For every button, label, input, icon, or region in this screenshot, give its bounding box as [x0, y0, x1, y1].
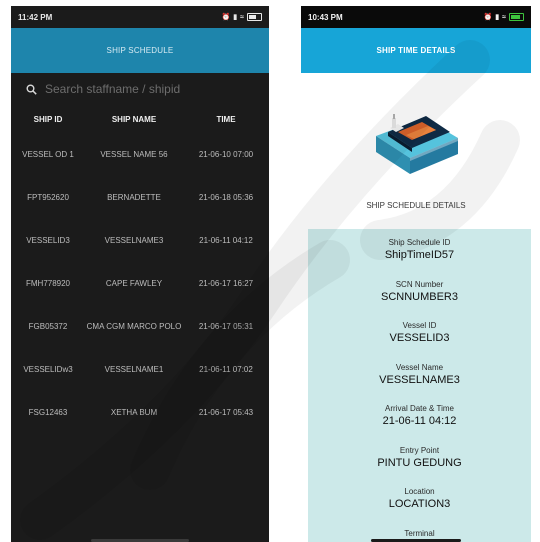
status-icons: ⏰ ▮ ≈	[484, 13, 524, 21]
alarm-icon: ⏰	[221, 14, 231, 21]
field-value: ShipTimeID57	[384, 249, 455, 261]
ship-id-cell: FGB05372	[28, 321, 68, 331]
status-time: 10:43 PM	[308, 12, 343, 22]
status-bar: 11:42 PM ⏰ ▮ ≈	[11, 6, 269, 28]
schedule-table: VESSEL OD 1 VESSEL NAME 56 21-06-10 07:0…	[11, 133, 269, 434]
detail-vessel-id: Vessel ID VESSELID3	[308, 318, 531, 360]
app-bar: SHIP TIME DETAILS	[301, 28, 531, 73]
signal-icon: ▮	[233, 14, 238, 21]
field-value: SCNNUMBER3	[380, 290, 458, 303]
table-row[interactable]: VESSELIDw3 VESSELNAME1 21-06-11 07:02	[11, 348, 269, 391]
ship-name-cell: BERNADETTE	[107, 192, 161, 202]
field-label: Location	[404, 487, 435, 496]
page-title: SHIP SCHEDULE	[106, 46, 174, 55]
ship-name-cell: VESSELNAME3	[104, 235, 164, 245]
ship-name-cell: CAPE FAWLEY	[105, 278, 163, 288]
ship-id-cell: VESSELIDw3	[23, 364, 73, 374]
wifi-icon: ≈	[240, 13, 244, 21]
search-bar[interactable]	[11, 73, 269, 105]
time-cell: 21-06-17 16:27	[198, 278, 254, 288]
field-value: LOCATION3	[388, 498, 451, 510]
ship-id-cell: FPT952620	[27, 192, 69, 202]
search-icon	[26, 84, 37, 95]
table-row[interactable]: FPT952620 BERNADETTE 21-06-18 05:36	[11, 176, 269, 219]
field-value: 21-06-11 04:12	[382, 415, 457, 427]
table-row[interactable]: FSG12463 XETHA BUM 21-06-17 05:43	[11, 391, 269, 434]
app-bar: SHIP SCHEDULE	[11, 28, 269, 73]
ship-name-cell: CMA CGM MARCO POLO	[86, 321, 182, 331]
time-cell: 21-06-11 04:12	[199, 235, 253, 245]
time-cell: 21-06-10 07:00	[198, 149, 254, 159]
field-value: VESSELID3	[389, 332, 450, 344]
ship-time-details-screen: 10:43 PM ⏰ ▮ ≈ SHIP TIME DETAILS SHIP SC…	[301, 6, 531, 542]
ship-id-cell: VESSELID3	[26, 235, 70, 245]
ship-id-cell: VESSEL OD 1	[22, 149, 74, 159]
section-label: SHIP SCHEDULE DETAILS	[366, 201, 466, 210]
battery-icon	[247, 13, 262, 21]
table-row[interactable]: FMH778920 CAPE FAWLEY 21-06-17 16:27	[11, 262, 269, 305]
field-value: PINTU GEDUNG	[377, 456, 462, 469]
details-panel: Ship Schedule ID ShipTimeID57 SCN Number…	[308, 229, 531, 542]
detail-ship-schedule-id: Ship Schedule ID ShipTimeID57	[308, 235, 531, 277]
ship-name-cell: VESSEL NAME 56	[100, 149, 168, 159]
table-row[interactable]: FGB05372 CMA CGM MARCO POLO 21-06-17 05:…	[11, 305, 269, 348]
table-row[interactable]: VESSEL OD 1 VESSEL NAME 56 21-06-10 07:0…	[11, 133, 269, 176]
time-cell: 21-06-18 05:36	[198, 192, 254, 202]
ship-id-cell: FMH778920	[25, 278, 71, 288]
column-header-ship-name: SHIP NAME	[111, 114, 157, 124]
ship-name-cell: VESSELNAME1	[104, 364, 164, 374]
detail-arrival-datetime: Arrival Date & Time 21-06-11 04:12	[308, 401, 531, 443]
search-input[interactable]	[45, 82, 245, 96]
field-label: SCN Number	[395, 279, 444, 289]
column-header-time: TIME	[216, 114, 236, 124]
ship-schedule-screen: 11:42 PM ⏰ ▮ ≈ SHIP SCHEDULE SHIP ID SHI…	[11, 6, 269, 542]
status-time: 11:42 PM	[18, 12, 53, 22]
ship-id-cell: FSG12463	[28, 407, 68, 417]
detail-vessel-name: Vessel Name VESSELNAME3	[308, 360, 531, 402]
signal-icon: ▮	[495, 14, 500, 21]
ship-name-cell: XETHA BUM	[110, 407, 158, 417]
table-header: SHIP ID SHIP NAME TIME	[11, 105, 269, 133]
field-value: VESSELNAME3	[379, 373, 460, 386]
page-title: SHIP TIME DETAILS	[376, 46, 456, 55]
wifi-icon: ≈	[502, 13, 506, 21]
alarm-icon: ⏰	[483, 14, 493, 21]
battery-icon	[509, 13, 524, 21]
column-header-ship-id: SHIP ID	[33, 114, 63, 124]
detail-location: Location LOCATION3	[308, 484, 531, 526]
field-label: Terminal	[404, 528, 435, 538]
field-label: Vessel Name	[395, 362, 444, 372]
ship-illustration	[301, 79, 531, 197]
field-label: Arrival Date & Time	[385, 404, 454, 413]
status-bar: 10:43 PM ⏰ ▮ ≈	[301, 6, 531, 28]
table-row[interactable]: VESSELID3 VESSELNAME3 21-06-11 04:12	[11, 219, 269, 262]
field-label: Entry Point	[399, 445, 440, 455]
container-ship-icon	[376, 114, 458, 174]
time-cell: 21-06-17 05:43	[198, 407, 254, 417]
detail-entry-point: Entry Point PINTU GEDUNG	[308, 443, 531, 485]
detail-scn-number: SCN Number SCNNUMBER3	[308, 277, 531, 319]
time-cell: 21-06-17 05:31	[198, 321, 254, 331]
field-label: Ship Schedule ID	[388, 238, 451, 247]
field-label: Vessel ID	[402, 321, 437, 330]
time-cell: 21-06-11 07:02	[199, 364, 253, 374]
status-icons: ⏰ ▮ ≈	[222, 13, 262, 21]
